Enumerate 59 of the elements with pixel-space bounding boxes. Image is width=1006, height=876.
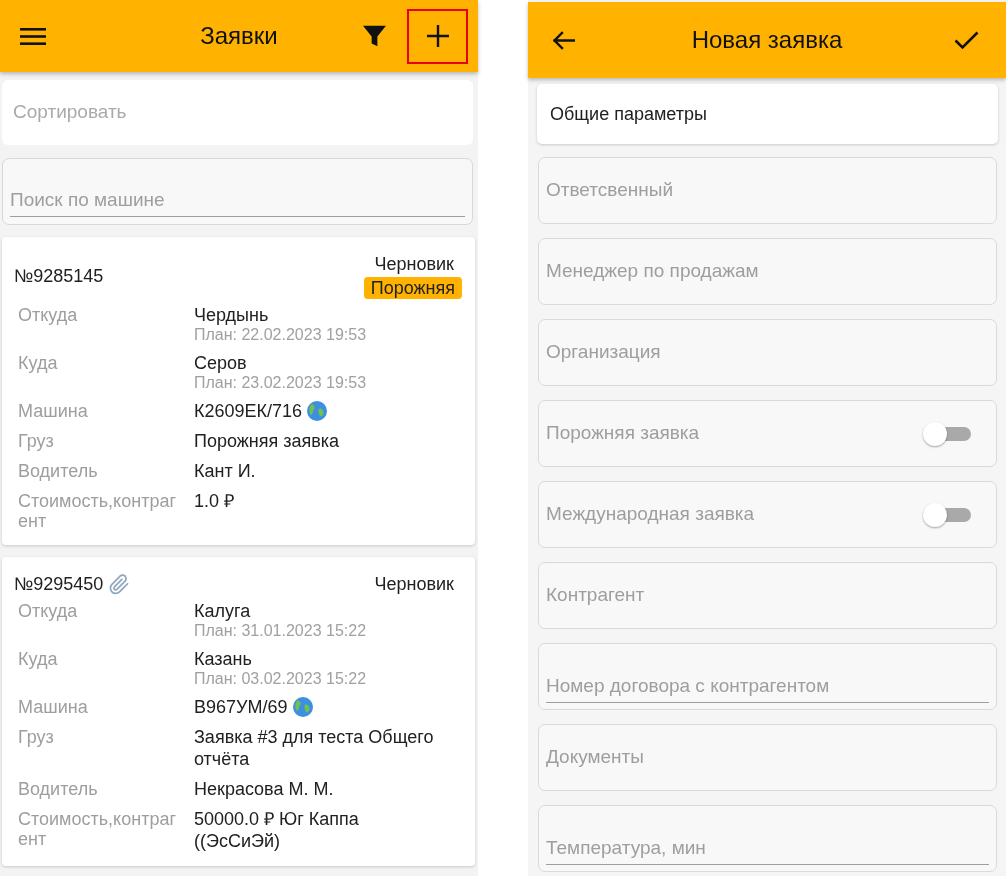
plus-icon xyxy=(426,25,449,47)
plan-date: План: 23.02.2023 19:53 xyxy=(194,374,368,392)
select-field[interactable]: Контрагент xyxy=(538,562,997,629)
plan-date: План: 31.01.2023 15:22 xyxy=(194,622,368,640)
text-field[interactable]: Номер договора с контрагентом xyxy=(538,643,997,710)
status-text: Черновик xyxy=(374,253,455,275)
field-label: Откуда xyxy=(18,600,79,623)
select-field[interactable]: Менеджер по продажам xyxy=(538,238,997,305)
globe-icon xyxy=(292,697,313,717)
menu-icon xyxy=(20,27,46,45)
field-label: Водитель xyxy=(18,460,99,482)
plan-date: План: 03.02.2023 15:22 xyxy=(194,670,368,688)
field-value: 1.0 ₽ xyxy=(194,490,235,513)
select-field[interactable]: Документы xyxy=(538,724,997,791)
order-card[interactable]: №9285145 Черновик Порожняя Откуда Чердынь План: 22.02.2023 19:53 Куда Серов План: 23.02.2023 19:53 Машина К2609ЕК/716 Груз Порожняя заявка Водитель Кант И. Стоимость,контрагент 1.0 ₽ xyxy=(2,237,475,545)
field-value: Порожняя заявка xyxy=(194,430,340,452)
status-tag: Порожняя xyxy=(363,277,462,299)
toggle-switch[interactable] xyxy=(923,502,971,527)
field-label: Машина xyxy=(18,696,89,718)
field-label: Груз xyxy=(18,430,55,452)
field-label: Куда xyxy=(18,352,59,375)
back-arrow-icon xyxy=(551,30,575,50)
select-field[interactable]: Организация xyxy=(538,319,997,386)
text-field[interactable]: Температура, мин xyxy=(538,805,997,872)
field-label: Стоимость,контрагент xyxy=(18,808,177,851)
sort-dropdown[interactable]: Сортировать xyxy=(2,80,473,145)
toggle-switch[interactable] xyxy=(923,421,971,446)
field-value: Заявка #3 для теста Общего отчёта xyxy=(194,726,435,770)
select-field[interactable]: Ответсвенный xyxy=(538,157,997,224)
filter-icon xyxy=(363,25,386,47)
add-button[interactable] xyxy=(407,8,468,64)
order-number: №9285145 xyxy=(14,265,104,287)
section-header[interactable]: Общие параметры xyxy=(537,84,998,144)
field-value: Калуга xyxy=(194,600,252,622)
globe-icon xyxy=(307,401,328,421)
field-label: Груз xyxy=(18,726,55,749)
field-value: В967УМ/69 xyxy=(194,696,288,718)
screen-title: Заявки xyxy=(200,21,278,51)
plan-date: План: 22.02.2023 19:53 xyxy=(194,326,368,344)
field-label: Куда xyxy=(18,648,59,671)
field-value: Чердынь xyxy=(194,304,270,326)
field-label: Водитель xyxy=(18,778,99,800)
field-value: Некрасова М. М. xyxy=(194,778,334,800)
screen-title: Новая заявка xyxy=(691,25,843,55)
field-label: Откуда xyxy=(18,304,79,327)
status-text: Черновик xyxy=(374,573,455,595)
search-field[interactable]: Поиск по машине xyxy=(2,158,473,225)
toggle-label: Порожняя заявка xyxy=(546,421,700,446)
field-value: 50000.0 ₽ Юг Каппа ((ЭсСиЭй) xyxy=(194,808,360,852)
order-card[interactable] xyxy=(2,557,475,866)
field-value: Серов xyxy=(194,352,248,374)
toggle-label: Международная заявка xyxy=(546,502,755,527)
order-number: №9295450 xyxy=(14,573,104,595)
field-value: Казань xyxy=(194,648,253,670)
field-value: К2609ЕК/716 xyxy=(194,400,303,422)
field-value: Кант И. xyxy=(194,460,256,482)
field-label: Машина xyxy=(18,400,89,422)
field-label: Стоимость,контрагент xyxy=(18,490,177,531)
check-icon xyxy=(953,30,979,50)
